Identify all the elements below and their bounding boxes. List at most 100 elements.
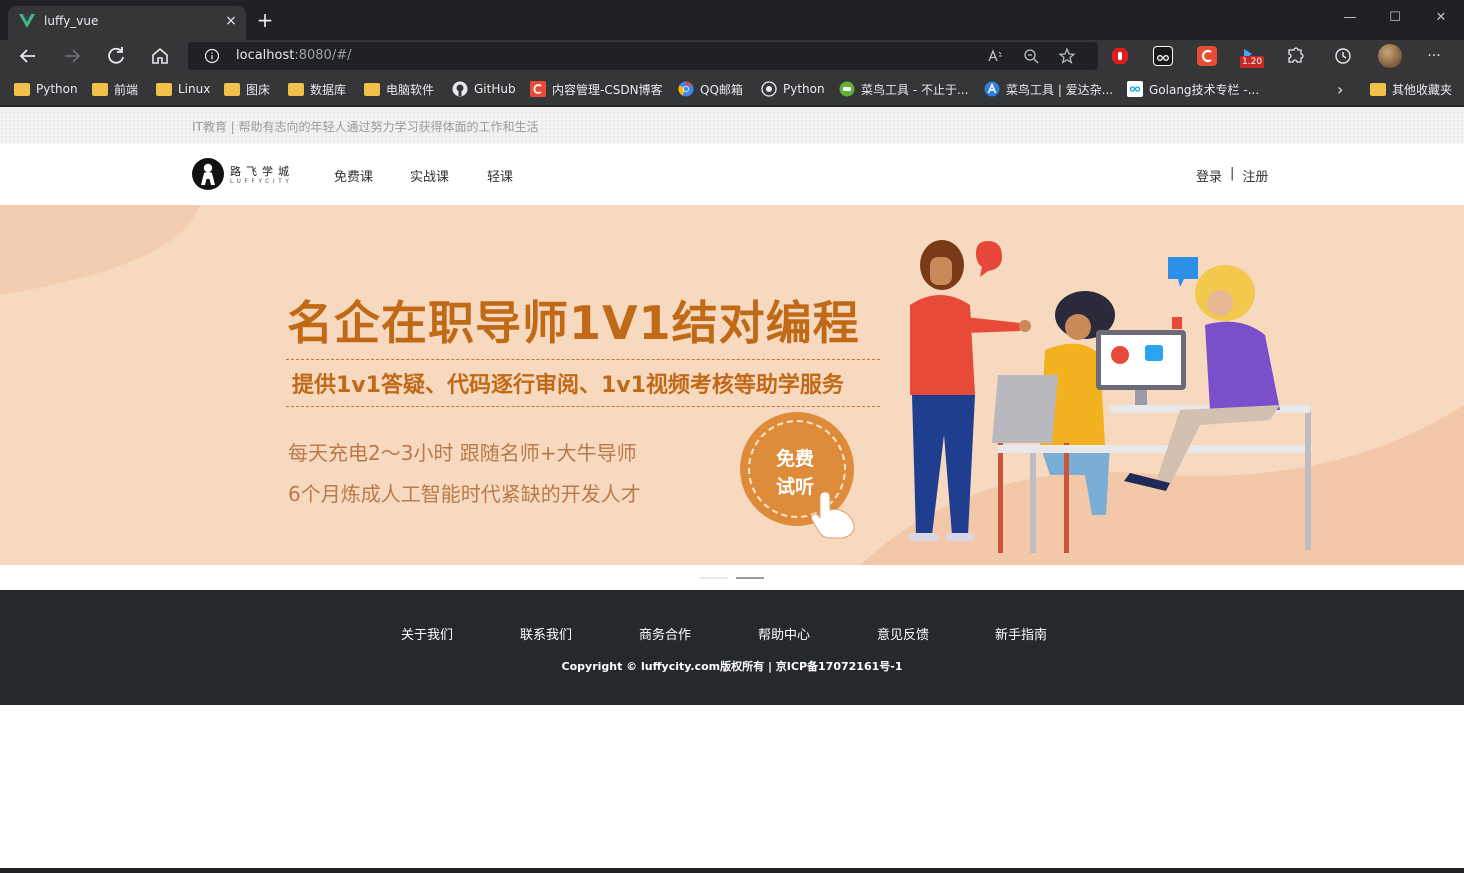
site-slogan: IT教育 | 帮助有志向的年轻人通过努力学习获得体面的工作和生活: [192, 120, 539, 134]
banner-divider: [286, 406, 880, 407]
banner-illustration: [910, 240, 1312, 553]
extensions-puzzle-icon[interactable]: [1285, 46, 1305, 66]
chrome-icon: [678, 81, 694, 97]
folder-icon: [1370, 82, 1386, 96]
a-icon: [984, 81, 1000, 97]
site-header: 路飞学城 LUFFYCITY 免费课 实战课 轻课 登录 | 注册: [0, 144, 1464, 205]
footer-link-guide[interactable]: 新手指南: [995, 624, 1047, 643]
maximize-button[interactable]: ☐: [1383, 8, 1407, 28]
bookmark-item[interactable]: Python: [761, 81, 825, 97]
bookmark-item[interactable]: 内容管理-CSDN博客: [530, 81, 663, 97]
new-tab-button[interactable]: +: [254, 9, 276, 31]
reload-icon[interactable]: [104, 44, 128, 68]
more-bookmarks-chevron-icon[interactable]: ›: [1337, 80, 1343, 99]
bookmark-item[interactable]: Linux: [156, 81, 210, 97]
bookmark-label: 菜鸟工具 - 不止于...: [861, 82, 969, 97]
carousel-dot[interactable]: [700, 577, 728, 579]
site-footer: 关于我们 联系我们 商务合作 帮助中心 意见反馈 新手指南 Copyright …: [0, 590, 1464, 705]
banner-subtitle: 提供1v1答疑、代码逐行审阅、1v1视频考核等助学服务: [292, 373, 844, 398]
bookmark-label: Python: [783, 82, 825, 96]
register-link[interactable]: 注册: [1242, 166, 1268, 185]
github-icon: [452, 81, 468, 97]
auth-links: 登录 | 注册: [1196, 166, 1268, 185]
folder-icon: [224, 82, 240, 96]
bookmark-label: 电脑软件: [386, 82, 435, 97]
footer-link-about[interactable]: 关于我们: [401, 624, 453, 643]
settings-menu-icon[interactable]: ···: [1424, 46, 1444, 66]
tab-luffy-vue[interactable]: luffy_vue ×: [8, 6, 246, 40]
bookmark-item[interactable]: QQ邮箱: [678, 81, 743, 97]
banner-title: 名企在职导师1V1结对编程: [287, 296, 860, 350]
page-viewport: IT教育 | 帮助有志向的年轻人通过努力学习获得体面的工作和生活 路飞学城 LU…: [0, 107, 1464, 868]
nav-free-courses[interactable]: 免费课: [334, 166, 373, 185]
auth-separator: |: [1230, 166, 1235, 181]
runoob-icon: [839, 81, 855, 97]
bookmark-label: Golang技术专栏 -...: [1149, 82, 1260, 97]
luffy-logo-icon[interactable]: [192, 158, 224, 190]
copyright-text: Copyright © luffycity.com版权所有 | 京ICP备170…: [561, 660, 903, 673]
browser-toolbar: localhost:8080/#/ 1.20 ···: [0, 40, 1464, 72]
bookmark-label: QQ邮箱: [700, 82, 743, 97]
adblock-extension-icon[interactable]: [1110, 46, 1130, 66]
bookmark-label: Linux: [178, 82, 211, 96]
vue-icon: [19, 14, 35, 28]
tab-title: luffy_vue: [44, 14, 99, 28]
folder-icon: [156, 82, 172, 96]
bookmark-label: 内容管理-CSDN博客: [552, 82, 663, 97]
banner-divider: [286, 359, 880, 360]
video-speed-extension-icon[interactable]: 1.20: [1240, 46, 1265, 68]
tab-strip: luffy_vue × + — ☐ ✕: [0, 0, 1464, 40]
footer-link-contact[interactable]: 联系我们: [520, 624, 572, 643]
hero-banner[interactable]: 名企在职导师1V1结对编程 提供1v1答疑、代码逐行审阅、1v1视频考核等助学服…: [0, 205, 1464, 565]
history-icon[interactable]: [1333, 46, 1353, 66]
back-arrow-icon[interactable]: [16, 44, 40, 68]
bookmark-label: GitHub: [474, 82, 516, 96]
address-bar[interactable]: localhost:8080/#/: [188, 42, 1098, 70]
bookmark-item[interactable]: 菜鸟工具 - 不止于...: [839, 81, 968, 97]
pointing-hand-icon: [810, 491, 855, 539]
folder-icon: [92, 82, 108, 96]
profile-avatar[interactable]: [1378, 44, 1402, 68]
csdn-extension-icon[interactable]: [1197, 46, 1217, 66]
logo-english-text: LUFFYCITY: [230, 178, 293, 185]
bookmark-item[interactable]: 数据库: [288, 81, 346, 97]
folder-icon: [288, 82, 304, 96]
close-window-button[interactable]: ✕: [1429, 8, 1453, 28]
other-bookmarks-folder[interactable]: 其他收藏夹: [1370, 81, 1452, 97]
nav-light-courses[interactable]: 轻课: [487, 166, 513, 185]
reader-extension-icon[interactable]: [1153, 46, 1173, 66]
read-aloud-icon[interactable]: [986, 47, 1004, 65]
bookmark-item[interactable]: Golang技术专栏 -...: [1127, 81, 1259, 97]
login-link[interactable]: 登录: [1196, 166, 1222, 185]
extension-badge: 1.20: [1240, 56, 1265, 68]
favorite-star-icon[interactable]: [1058, 47, 1076, 65]
python-icon: [761, 81, 777, 97]
bookmark-item[interactable]: 前端: [92, 81, 138, 97]
bookmark-item[interactable]: GitHub: [452, 81, 516, 97]
footer-link-feedback[interactable]: 意见反馈: [877, 624, 929, 643]
page-blank-area: [0, 705, 1464, 868]
top-banner-strip: IT教育 | 帮助有志向的年轻人通过努力学习获得体面的工作和生活: [0, 107, 1464, 144]
bookmark-item[interactable]: 图床: [224, 81, 270, 97]
url-path: :8080/#/: [294, 48, 352, 63]
zoom-out-icon[interactable]: [1022, 47, 1040, 65]
trial-button-label: 免费: [776, 448, 815, 470]
nav-practical-courses[interactable]: 实战课: [410, 166, 449, 185]
bookmark-label: 其他收藏夹: [1392, 82, 1453, 97]
footer-link-help[interactable]: 帮助中心: [758, 624, 810, 643]
bookmark-item[interactable]: 菜鸟工具 | 爱达杂...: [984, 81, 1113, 97]
go-icon: [1127, 81, 1143, 97]
minimize-button[interactable]: —: [1338, 8, 1362, 28]
close-tab-icon[interactable]: ×: [222, 12, 240, 30]
home-icon[interactable]: [148, 44, 172, 68]
forward-arrow-icon[interactable]: [60, 44, 84, 68]
carousel-dot-active[interactable]: [736, 577, 764, 579]
bookmark-item[interactable]: 电脑软件: [364, 81, 434, 97]
url-text[interactable]: localhost:8080/#/: [236, 48, 351, 63]
bookmark-item[interactable]: Python: [14, 81, 78, 97]
csdn-icon: [530, 81, 546, 97]
logo-chinese-text: 路飞学城: [230, 165, 294, 178]
footer-link-business[interactable]: 商务合作: [639, 624, 691, 643]
info-icon[interactable]: [204, 48, 220, 64]
free-trial-button[interactable]: 免费 试听: [740, 412, 855, 539]
